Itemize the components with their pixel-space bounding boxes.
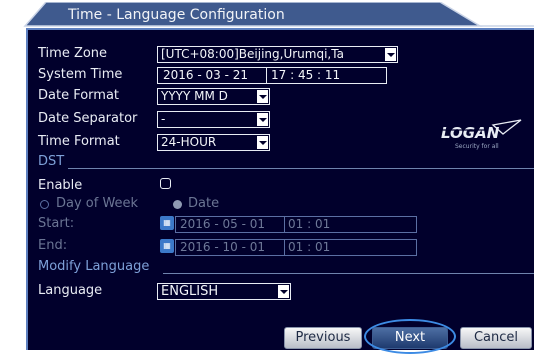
field-divider bbox=[266, 68, 267, 83]
language-section-label: Modify Language bbox=[38, 259, 150, 274]
dst-section-label: DST bbox=[38, 154, 65, 169]
time-format-value: 24-HOUR bbox=[161, 135, 217, 149]
date-separator-value: - bbox=[161, 112, 166, 126]
system-time-label: System Time bbox=[38, 67, 123, 82]
time-zone-value: [UTC+08:00]Beijing,Urumqi,Ta bbox=[161, 47, 344, 61]
language-value: ENGLISH bbox=[161, 284, 219, 299]
chevron-down-icon[interactable] bbox=[257, 90, 268, 103]
system-time-input[interactable]: 2016 - 03 - 21 17 : 45 : 11 bbox=[157, 67, 387, 84]
dst-start-label: Start: bbox=[38, 216, 75, 231]
dst-end-input[interactable]: 2016 - 10 - 01 01 : 01 bbox=[175, 239, 417, 256]
logo-wordmark: LOGAN bbox=[441, 124, 500, 142]
language-select[interactable]: ENGLISH bbox=[157, 283, 291, 300]
dst-enable-label: Enable bbox=[38, 178, 83, 193]
title-bar: Time - Language Configuration bbox=[20, 2, 534, 28]
field-divider bbox=[284, 240, 285, 255]
dst-start-input[interactable]: 2016 - 05 - 01 01 : 01 bbox=[175, 216, 417, 233]
date-format-select[interactable]: YYYY MM D bbox=[157, 88, 270, 105]
focus-ring bbox=[364, 319, 456, 354]
system-date-value[interactable]: 2016 - 03 - 21 bbox=[163, 68, 248, 82]
date-separator-label: Date Separator bbox=[38, 111, 138, 126]
day-of-week-label: Day of Week bbox=[56, 196, 139, 211]
logo-tagline: Security for all bbox=[455, 143, 499, 150]
field-divider bbox=[284, 217, 285, 232]
section-divider bbox=[68, 168, 534, 169]
calendar-icon[interactable]: ▦ bbox=[160, 239, 174, 253]
chevron-down-icon[interactable] bbox=[257, 113, 268, 126]
dst-start-time[interactable]: 01 : 01 bbox=[288, 217, 330, 232]
chevron-down-icon[interactable] bbox=[257, 136, 268, 149]
dst-start-date[interactable]: 2016 - 05 - 01 bbox=[180, 217, 265, 231]
system-clock-value[interactable]: 17 : 45 : 11 bbox=[271, 68, 340, 83]
previous-button[interactable]: Previous bbox=[284, 327, 362, 349]
chevron-down-icon[interactable] bbox=[278, 285, 289, 298]
day-of-week-radio[interactable] bbox=[40, 200, 49, 209]
logo-graphic: LOGAN Security for all bbox=[439, 119, 522, 150]
time-zone-select[interactable]: [UTC+08:00]Beijing,Urumqi,Ta bbox=[157, 46, 398, 63]
time-language-window: Time - Language Configuration Time Zone … bbox=[20, 2, 534, 354]
chevron-down-icon[interactable] bbox=[385, 48, 396, 61]
dst-end-date[interactable]: 2016 - 10 - 01 bbox=[180, 240, 265, 254]
time-format-label: Time Format bbox=[38, 134, 120, 149]
section-divider bbox=[163, 273, 534, 274]
cancel-button[interactable]: Cancel bbox=[460, 327, 532, 349]
window-title: Time - Language Configuration bbox=[68, 7, 285, 23]
date-format-label: Date Format bbox=[38, 88, 120, 103]
dst-enable-checkbox[interactable] bbox=[160, 178, 171, 189]
calendar-icon[interactable]: ▦ bbox=[160, 216, 174, 230]
language-label: Language bbox=[38, 283, 103, 298]
time-zone-label: Time Zone bbox=[38, 46, 108, 61]
date-radio[interactable] bbox=[173, 200, 182, 209]
date-separator-select[interactable]: - bbox=[157, 111, 270, 128]
time-format-select[interactable]: 24-HOUR bbox=[157, 134, 270, 151]
date-mode-label: Date bbox=[188, 196, 220, 211]
dst-end-label: End: bbox=[38, 238, 68, 253]
dst-end-time[interactable]: 01 : 01 bbox=[288, 240, 330, 255]
date-format-value: YYYY MM D bbox=[161, 89, 228, 103]
brand-logo: LOGAN Security for all bbox=[437, 119, 523, 155]
